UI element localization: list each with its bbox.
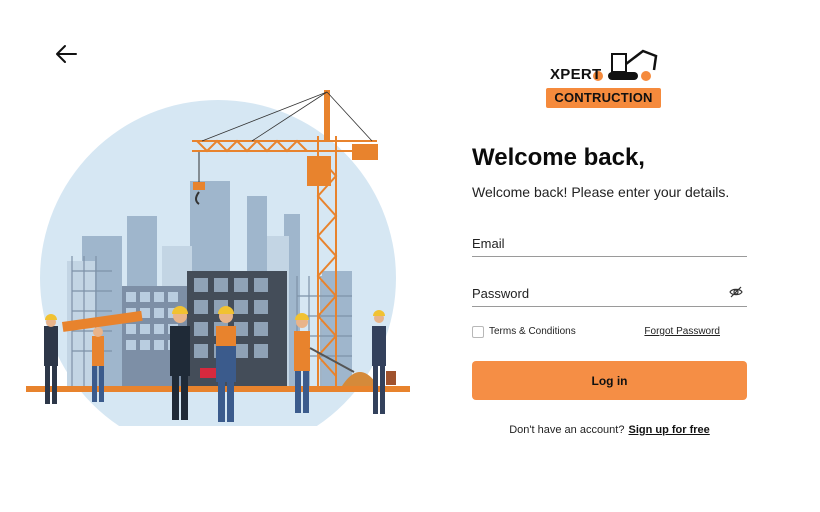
eye-off-icon[interactable]	[729, 285, 743, 299]
page-title: Welcome back,	[472, 144, 645, 171]
forgot-password-link[interactable]: Forgot Password	[644, 326, 720, 337]
logo-text-bar: CONTRUCTION	[554, 90, 653, 105]
password-input[interactable]	[472, 282, 712, 304]
login-button[interactable]: Log in	[472, 361, 747, 400]
back-arrow-icon[interactable]	[54, 43, 78, 65]
password-field	[472, 282, 747, 307]
logo-bar: CONTRUCTION	[546, 88, 661, 108]
email-input[interactable]	[472, 232, 712, 254]
terms-label: Terms & Conditions	[489, 326, 576, 337]
signup-row: Don't have an account? Sign up for free	[472, 424, 747, 436]
options-row: Terms & Conditions Forgot Password	[472, 325, 747, 339]
signup-link[interactable]: Sign up for free	[628, 424, 709, 436]
construction-illustration	[26, 90, 410, 426]
terms-checkbox[interactable]	[472, 326, 484, 338]
page-subtitle: Welcome back! Please enter your details.	[472, 184, 730, 200]
email-field	[472, 232, 747, 257]
no-account-text: Don't have an account?	[509, 424, 625, 436]
company-logo: XPERT CONTRUCTION	[546, 46, 664, 108]
logo-text-top: XPERT	[550, 66, 602, 83]
